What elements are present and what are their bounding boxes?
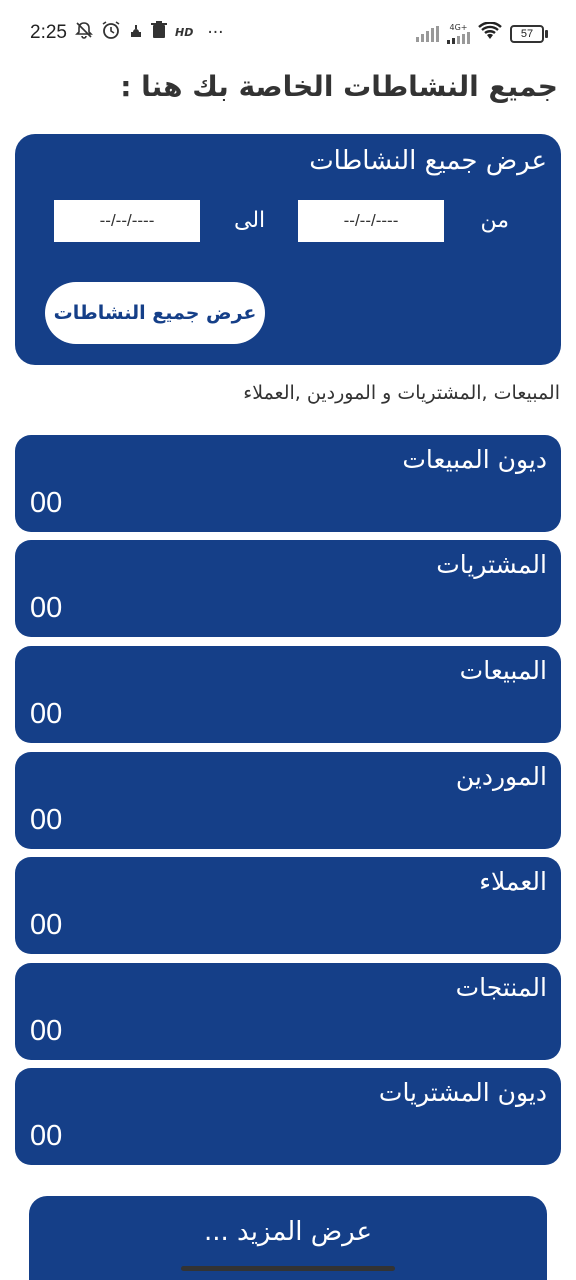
signal-icon: [416, 25, 439, 42]
stat-value: 00: [30, 487, 63, 519]
status-time: 2:25: [30, 21, 67, 43]
wifi-icon: [478, 21, 502, 45]
stat-title: العملاء: [479, 867, 547, 896]
page-title: جميع النشاطات الخاصة بك هنا :: [120, 70, 558, 103]
stat-title: ديون المشتريات: [378, 1078, 547, 1107]
stat-value: 00: [30, 1120, 63, 1152]
bell-muted-icon: [75, 21, 93, 44]
trash-icon: [150, 21, 167, 44]
more-dots-icon: ···: [207, 22, 224, 43]
status-bar-right: 4G+ 57: [416, 21, 548, 45]
show-all-activities-button[interactable]: عرض جميع النشاطات: [45, 282, 265, 344]
battery-icon: 57: [510, 24, 548, 43]
stat-value: 00: [30, 909, 63, 941]
from-date-input[interactable]: --/--/----: [298, 200, 444, 242]
stat-title: المنتجات: [455, 973, 547, 1002]
stat-value: 00: [30, 1015, 63, 1047]
stat-value: 00: [30, 698, 63, 730]
stat-title: الموردين: [455, 762, 547, 791]
filter-card: عرض جميع النشاطات من --/--/---- الى --/-…: [15, 134, 561, 365]
to-date-input[interactable]: --/--/----: [54, 200, 200, 242]
stat-title: ديون المبيعات: [402, 445, 547, 474]
stat-value: 00: [30, 592, 63, 624]
status-bar: 2:25 HD ··· 4G+ 57: [0, 0, 576, 66]
signal-4g-icon: [447, 31, 470, 44]
stat-card-sales[interactable]: المبيعات 00: [15, 646, 561, 743]
stat-title: المبيعات: [459, 656, 547, 685]
stat-title: المشتريات: [436, 550, 547, 579]
stat-value: 00: [30, 804, 63, 836]
network-type-label: 4G+: [449, 22, 468, 32]
signal-4g-group: 4G+: [447, 22, 470, 44]
filter-title: عرض جميع النشاطات: [309, 146, 547, 176]
status-bar-left: 2:25 HD ···: [30, 20, 224, 45]
stat-card-customers[interactable]: العملاء 00: [15, 857, 561, 954]
stat-card-purchase-debts[interactable]: ديون المشتريات 00: [15, 1068, 561, 1165]
stat-card-products[interactable]: المنتجات 00: [15, 963, 561, 1060]
from-label: من: [480, 208, 509, 233]
alarm-icon: [101, 20, 121, 45]
mosque-icon: [129, 23, 143, 43]
stat-card-suppliers[interactable]: الموردين 00: [15, 752, 561, 849]
section-subtitle: المبيعات ,المشتريات و الموردين ,العملاء: [243, 382, 560, 404]
home-indicator[interactable]: [181, 1266, 395, 1271]
stat-card-sales-debts[interactable]: ديون المبيعات 00: [15, 435, 561, 532]
hd-icon: HD: [174, 26, 194, 39]
to-label: الى: [234, 208, 266, 233]
stat-card-purchases[interactable]: المشتريات 00: [15, 540, 561, 637]
